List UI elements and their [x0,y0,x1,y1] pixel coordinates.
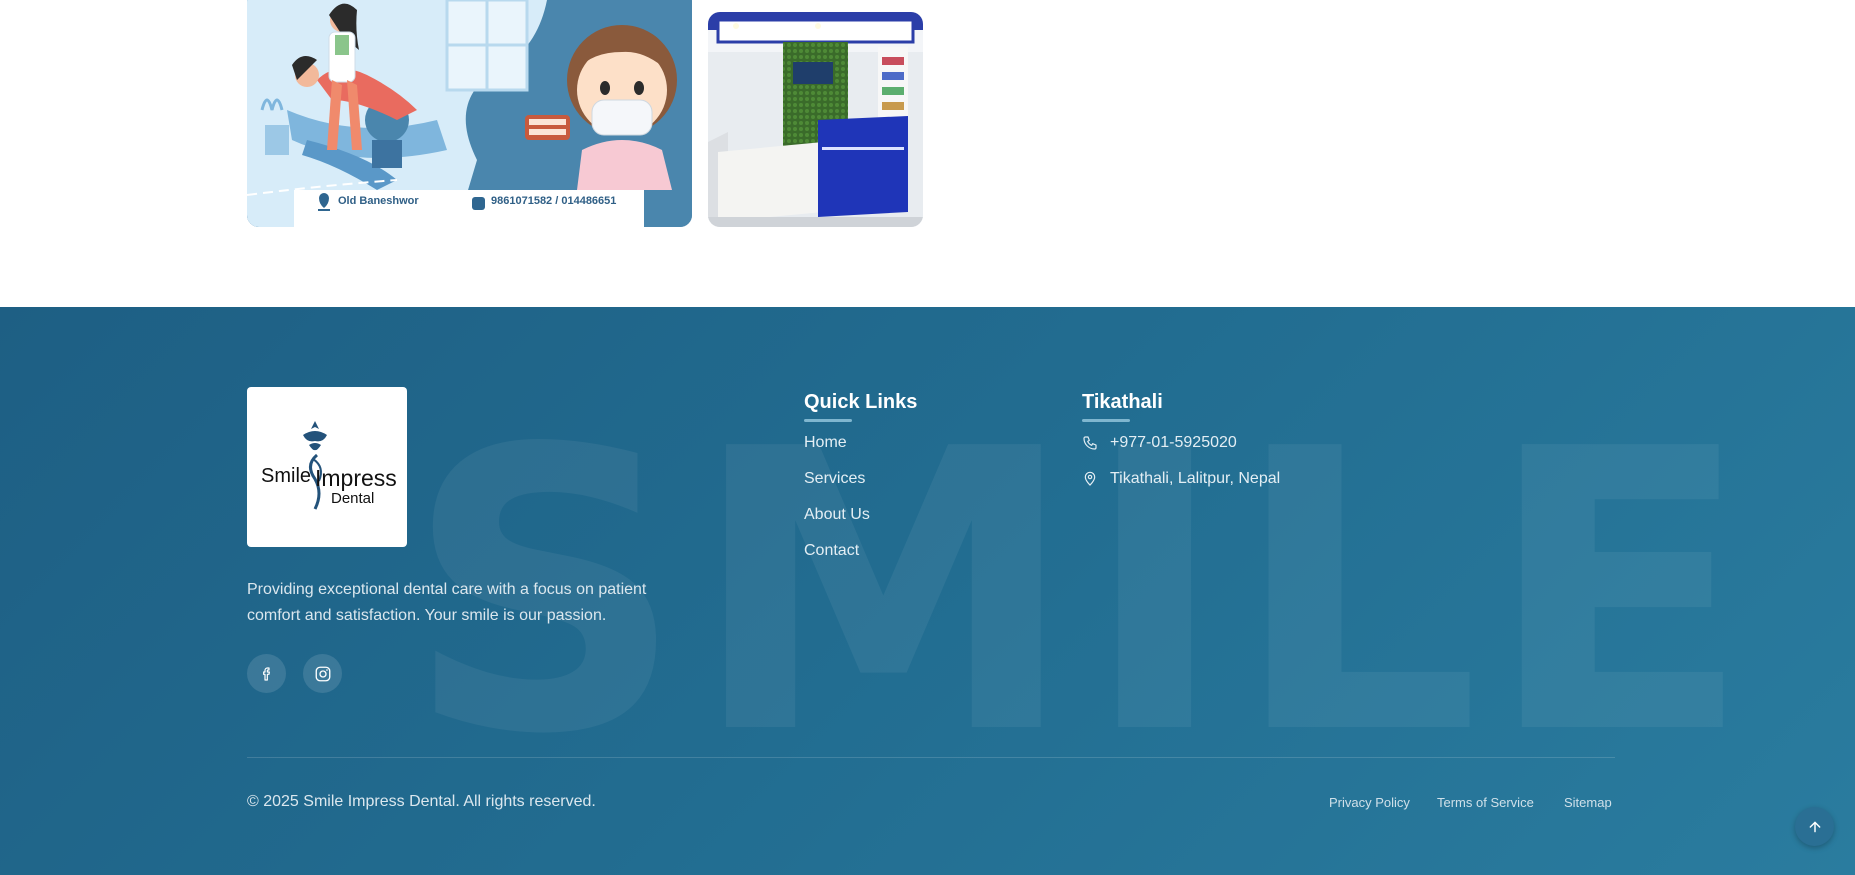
instagram-icon [315,666,330,681]
site-footer: SMILE Smile Impress Dental Providing exc… [0,307,1855,875]
logo-word-smile: Smile [261,465,312,487]
footer-tagline: Providing exceptional dental care with a… [247,581,647,624]
arrow-up-icon [1809,821,1820,832]
quick-links-heading: Quick Links [804,391,918,413]
logo-word-impress: Impress [315,465,397,491]
branch-underline [1082,419,1130,422]
branch-phone-link[interactable]: +977-01-5925020 [1082,434,1237,452]
logo-word-dental: Dental [331,490,375,507]
banner-phones: 9861071582 / 014486651 [491,195,617,207]
clinic-reception-photo [708,12,923,227]
phone-icon [1083,436,1097,450]
banner-location: Old Baneshwor [338,195,419,207]
privacy-policy-link[interactable]: Privacy Policy [1329,795,1410,810]
gallery-section: Old Baneshwor 9861071582 / 014486651 [0,0,1855,307]
footer-link-services[interactable]: Services [804,470,865,488]
branch-address-row: Tikathali, Lalitpur, Nepal [1082,470,1280,488]
clinic-illustration-image: Old Baneshwor 9861071582 / 014486651 [247,0,692,227]
copyright-text: © 2025 Smile Impress Dental. All rights … [247,793,596,810]
branch-heading: Tikathali [1082,391,1163,413]
footer-link-about[interactable]: About Us [804,506,870,524]
back-to-top-button[interactable] [1795,807,1834,846]
branch-phone: +977-01-5925020 [1110,434,1237,451]
facebook-icon [262,666,270,681]
instagram-link[interactable] [303,654,342,693]
map-pin-icon [1084,471,1096,486]
terms-of-service-link[interactable]: Terms of Service [1437,795,1534,810]
facebook-link[interactable] [247,654,286,693]
footer-divider [247,757,1615,758]
footer-link-home[interactable]: Home [804,434,847,452]
footer-logo[interactable]: Smile Impress Dental [247,387,407,547]
sitemap-link[interactable]: Sitemap [1564,795,1612,810]
footer-link-contact[interactable]: Contact [804,542,859,560]
quick-links-underline [804,419,852,422]
branch-address: Tikathali, Lalitpur, Nepal [1110,470,1281,487]
